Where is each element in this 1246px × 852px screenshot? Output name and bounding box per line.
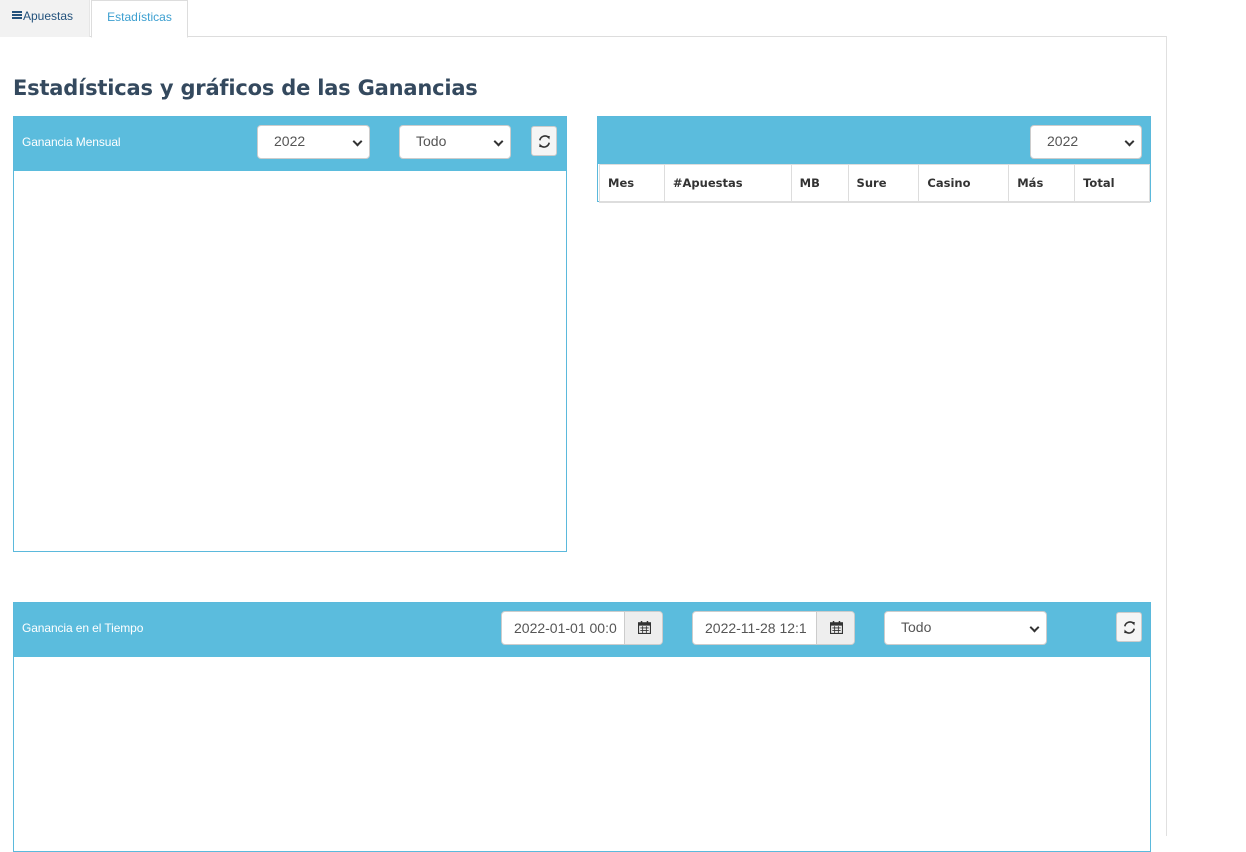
calendar-icon [638, 621, 651, 634]
calendar-icon [830, 621, 843, 634]
col-mas[interactable]: Más [1008, 164, 1076, 203]
chevron-down-icon [493, 136, 504, 147]
table-year-value: 2022 [1047, 133, 1079, 149]
date-from-input[interactable]: 2022-01-01 00:0 [502, 612, 624, 644]
time-refresh-button[interactable] [1116, 612, 1142, 642]
page-title: Estadísticas y gráficos de las Ganancias [13, 76, 478, 100]
col-mb[interactable]: MB [790, 164, 849, 203]
tab-estadisticas-label: Estadísticas [107, 10, 172, 24]
chevron-down-icon [1029, 622, 1040, 633]
date-to-input[interactable]: 2022-11-28 12:1 [693, 612, 815, 644]
monthly-panel-title: Ganancia Mensual [22, 135, 121, 149]
monthly-year-select[interactable]: 2022 [257, 125, 370, 159]
content-border [1166, 36, 1167, 836]
table-header-row: Mes #Apuestas MB Sure Casino Más Total [599, 164, 1150, 203]
monthly-year-value: 2022 [274, 133, 306, 149]
monthly-panel-header: Ganancia Mensual 2022 Todo [14, 117, 566, 171]
time-earnings-panel: Ganancia en el Tiempo 2022-01-01 00:0 20… [13, 602, 1151, 852]
refresh-icon [1123, 621, 1136, 634]
table-year-select[interactable]: 2022 [1030, 125, 1142, 159]
tab-apuestas[interactable]: Apuestas [0, 0, 90, 37]
chevron-down-icon [352, 136, 363, 147]
time-type-select[interactable]: Todo [884, 611, 1047, 645]
monthly-table-panel: 2022 Mes #Apuestas MB Sure Casino Más To… [597, 116, 1151, 203]
date-to-calendar-button[interactable] [816, 612, 854, 644]
monthly-type-select[interactable]: Todo [399, 125, 511, 159]
date-to-picker[interactable]: 2022-11-28 12:1 [692, 611, 855, 645]
date-from-picker[interactable]: 2022-01-01 00:0 [501, 611, 663, 645]
time-panel-title: Ganancia en el Tiempo [22, 621, 144, 635]
tab-apuestas-label: Apuestas [23, 9, 74, 23]
table-panel-header: 2022 [598, 117, 1150, 164]
monthly-type-value: Todo [416, 133, 447, 149]
monthly-earnings-panel: Ganancia Mensual 2022 Todo [13, 116, 567, 552]
chevron-down-icon [1124, 136, 1135, 147]
stats-table: Mes #Apuestas MB Sure Casino Más Total [599, 164, 1150, 203]
col-casino[interactable]: Casino [918, 164, 1010, 203]
col-mes[interactable]: Mes [599, 164, 665, 203]
col-apuestas[interactable]: #Apuestas [663, 164, 792, 203]
monthly-refresh-button[interactable] [531, 126, 557, 156]
tab-estadisticas[interactable]: Estadísticas [91, 0, 188, 38]
date-from-calendar-button[interactable] [624, 612, 662, 644]
time-panel-header: Ganancia en el Tiempo 2022-01-01 00:0 20… [14, 603, 1150, 657]
time-type-value: Todo [901, 619, 932, 635]
col-total[interactable]: Total [1074, 164, 1150, 203]
refresh-icon [538, 135, 551, 148]
col-sure[interactable]: Sure [847, 164, 920, 203]
hamburger-icon [12, 11, 22, 19]
tab-bar: Apuestas Estadísticas [0, 0, 1167, 38]
